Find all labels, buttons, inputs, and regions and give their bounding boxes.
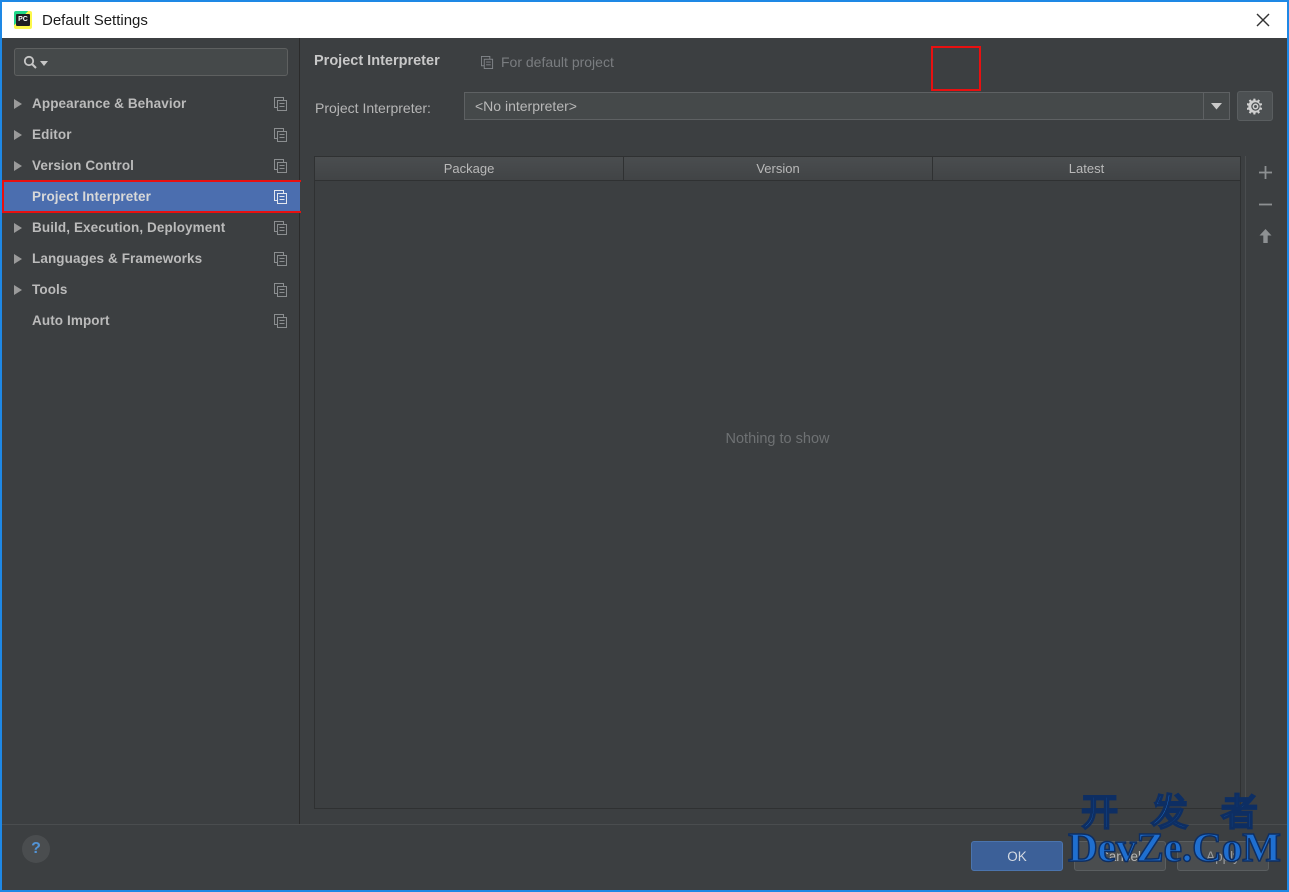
expand-arrow-icon[interactable] <box>2 98 32 109</box>
copy-icon[interactable] <box>274 189 288 204</box>
copy-icon[interactable] <box>274 127 288 142</box>
apply-button[interactable]: Apply <box>1177 841 1269 871</box>
copy-icon[interactable] <box>274 251 288 266</box>
settings-tree: Appearance & Behavior Editor Version Con… <box>2 88 300 336</box>
sidebar-item-build-execution-deployment[interactable]: Build, Execution, Deployment <box>2 212 300 243</box>
interpreter-label: Project Interpreter: <box>315 100 431 116</box>
scope-indicator: For default project <box>481 54 614 70</box>
sidebar-item-project-interpreter[interactable]: Project Interpreter <box>2 181 300 212</box>
arrow-up-icon <box>1259 229 1271 243</box>
title-bar: Default Settings <box>2 0 1287 38</box>
cancel-button[interactable]: Cancel <box>1074 841 1166 871</box>
copy-icon[interactable] <box>274 158 288 173</box>
minus-icon <box>1258 203 1272 205</box>
sidebar-item-label: Tools <box>32 282 68 297</box>
caret-down-icon <box>40 61 48 66</box>
copy-icon[interactable] <box>274 282 288 297</box>
interpreter-value: <No interpreter> <box>475 98 577 114</box>
sidebar-item-editor[interactable]: Editor <box>2 119 300 150</box>
pycharm-icon <box>14 11 32 29</box>
search-field[interactable] <box>52 53 272 71</box>
dialog-footer: ? OK Cancel Apply <box>2 824 1287 888</box>
settings-dialog: Default Settings Appeara <box>0 0 1289 892</box>
sidebar-item-label: Languages & Frameworks <box>32 251 203 266</box>
settings-sidebar: Appearance & Behavior Editor Version Con… <box>2 38 300 824</box>
sidebar-item-label: Auto Import <box>32 313 110 328</box>
packages-table: Package Version Latest Nothing to show <box>314 156 1241 809</box>
table-header-row: Package Version Latest <box>315 157 1240 181</box>
column-header-latest[interactable]: Latest <box>933 157 1240 180</box>
upgrade-package-button[interactable] <box>1246 220 1284 252</box>
copy-icon <box>481 55 494 69</box>
sidebar-item-label: Build, Execution, Deployment <box>32 220 226 235</box>
remove-package-button[interactable] <box>1246 188 1284 220</box>
page-title: Project Interpreter <box>314 53 440 69</box>
copy-icon[interactable] <box>274 96 288 111</box>
help-icon: ? <box>31 840 41 857</box>
sidebar-item-label: Editor <box>32 127 72 142</box>
search-icon <box>23 55 37 69</box>
interpreter-settings-button[interactable] <box>1237 91 1273 121</box>
expand-arrow-icon[interactable] <box>2 222 32 233</box>
table-body: Nothing to show <box>315 181 1240 808</box>
empty-state-message: Nothing to show <box>725 431 830 447</box>
search-input[interactable] <box>14 48 288 76</box>
sidebar-item-languages-frameworks[interactable]: Languages & Frameworks <box>2 243 300 274</box>
chevron-down-icon[interactable] <box>1203 93 1229 119</box>
column-header-package[interactable]: Package <box>315 157 624 180</box>
copy-icon[interactable] <box>274 220 288 235</box>
help-button[interactable]: ? <box>22 835 50 863</box>
sidebar-item-appearance-behavior[interactable]: Appearance & Behavior <box>2 88 300 119</box>
main-panel: Project Interpreter For default project … <box>301 38 1287 824</box>
packages-toolbar <box>1245 156 1283 809</box>
sidebar-item-label: Appearance & Behavior <box>32 96 187 111</box>
copy-icon[interactable] <box>274 313 288 328</box>
sidebar-item-label: Project Interpreter <box>32 189 151 204</box>
ok-button[interactable]: OK <box>971 841 1063 871</box>
interpreter-select[interactable]: <No interpreter> <box>464 92 1230 120</box>
add-package-button[interactable] <box>1246 156 1284 188</box>
close-icon[interactable] <box>1241 2 1285 38</box>
plus-icon <box>1258 165 1272 179</box>
sidebar-item-auto-import[interactable]: Auto Import <box>2 305 300 336</box>
column-header-version[interactable]: Version <box>624 157 933 180</box>
expand-arrow-icon[interactable] <box>2 253 32 264</box>
sidebar-item-label: Version Control <box>32 158 135 173</box>
expand-arrow-icon[interactable] <box>2 284 32 295</box>
sidebar-item-tools[interactable]: Tools <box>2 274 300 305</box>
sidebar-item-version-control[interactable]: Version Control <box>2 150 300 181</box>
scope-label: For default project <box>501 54 614 70</box>
expand-arrow-icon[interactable] <box>2 160 32 171</box>
gear-icon <box>1246 98 1262 114</box>
expand-arrow-icon[interactable] <box>2 129 32 140</box>
window-title: Default Settings <box>42 11 148 29</box>
